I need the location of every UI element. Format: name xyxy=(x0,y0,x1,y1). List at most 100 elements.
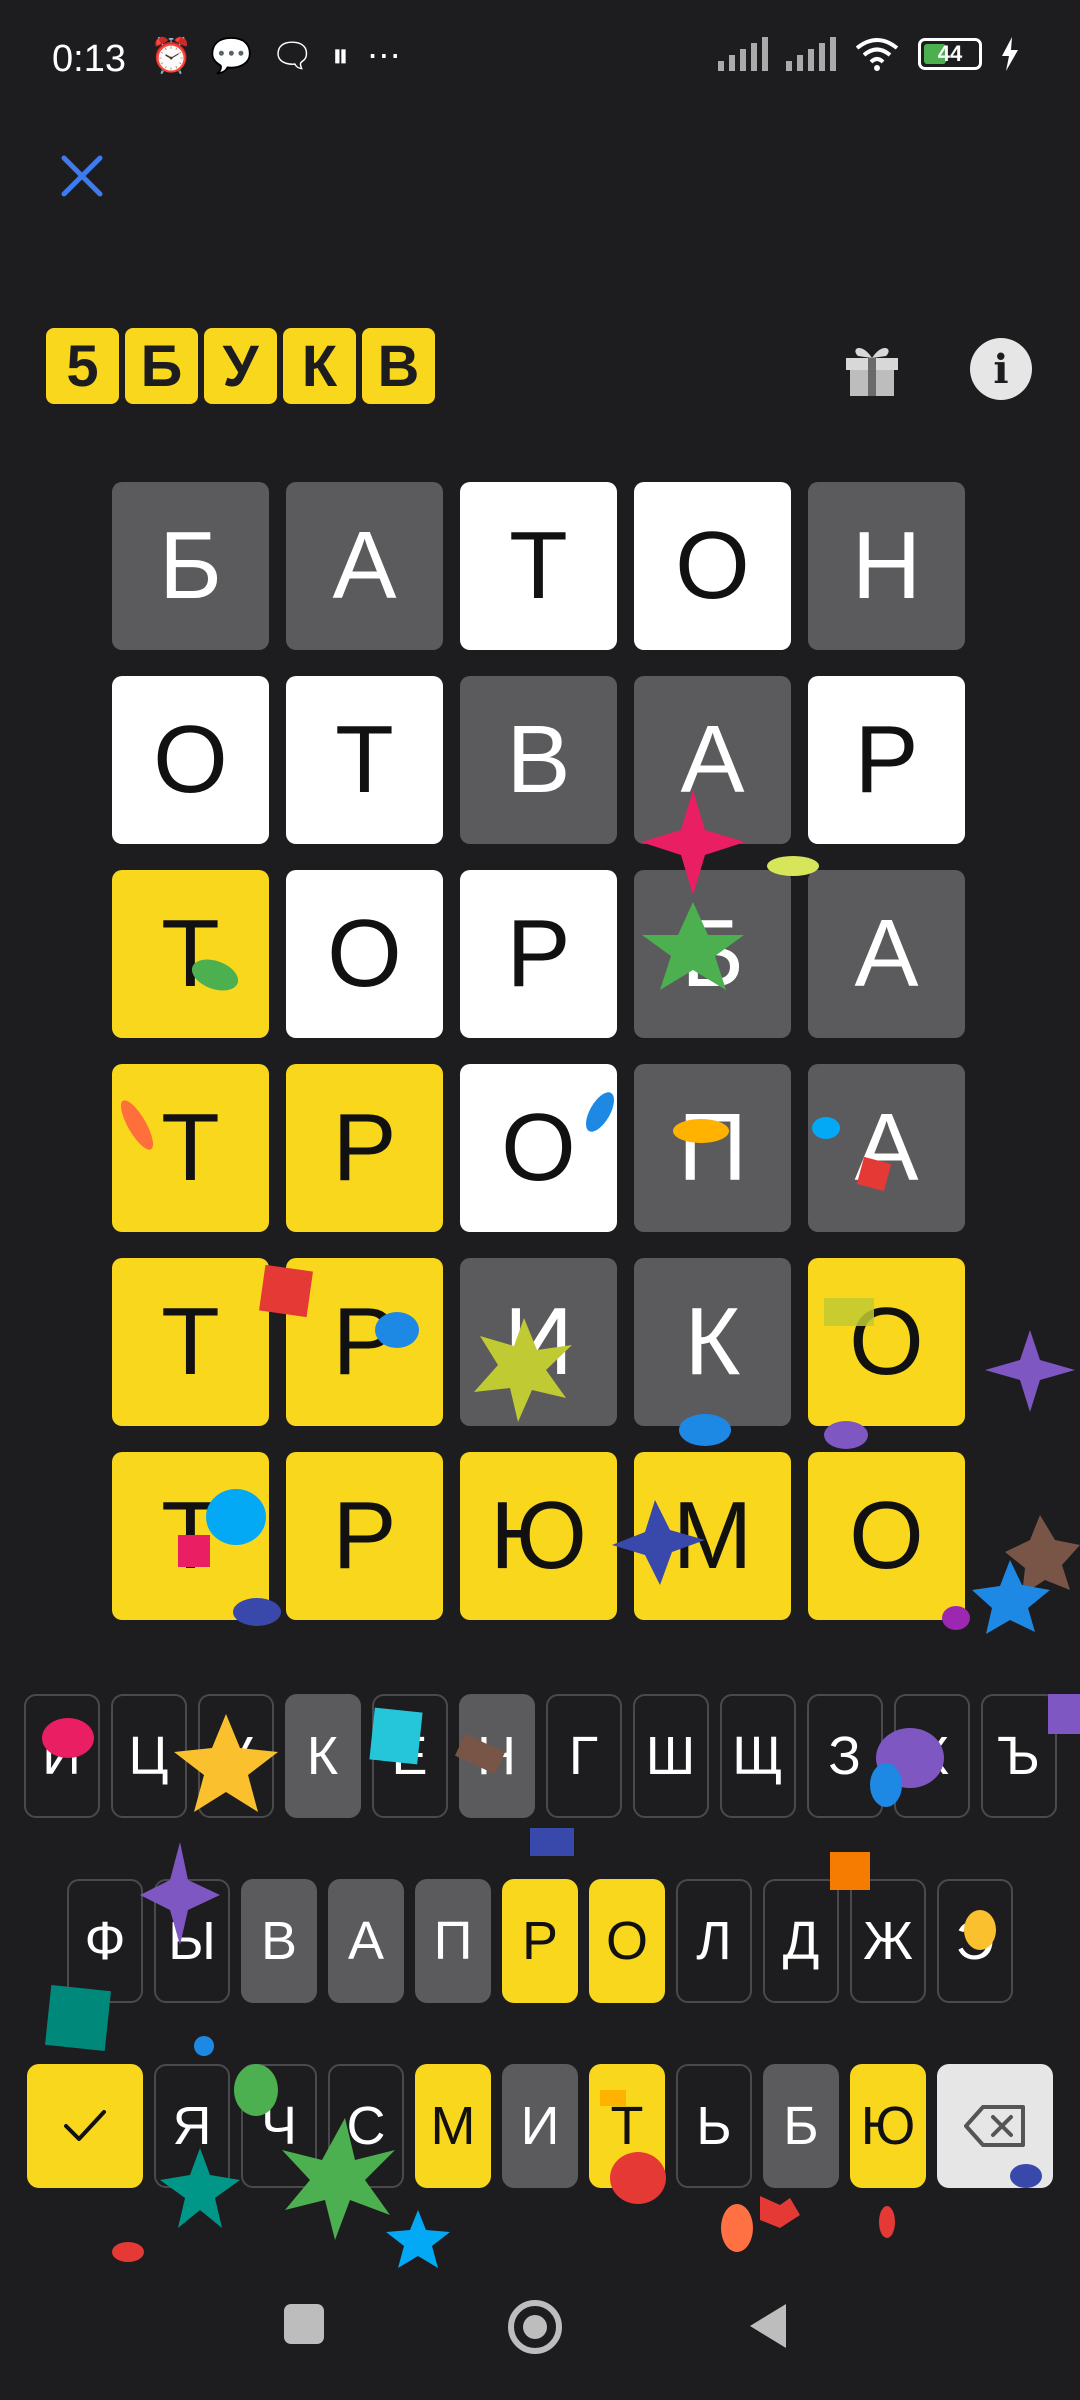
signal-icon xyxy=(718,37,768,71)
board-tile: О xyxy=(112,676,269,844)
board-tile: Т xyxy=(460,482,617,650)
board-tile: Ю xyxy=(460,1452,617,1620)
board-tile: Т xyxy=(112,1452,269,1620)
system-navigation-bar xyxy=(0,2270,1080,2400)
submit-key[interactable] xyxy=(27,2064,143,2188)
board-tile: О xyxy=(634,482,791,650)
board-tile: К xyxy=(634,1258,791,1426)
battery-level: 44 xyxy=(937,41,963,66)
logo-letter: Б xyxy=(125,328,198,404)
alarm-icon: ⏰ xyxy=(150,37,193,75)
board-tile: О xyxy=(808,1258,965,1426)
key[interactable]: А xyxy=(328,1879,404,2003)
keyboard-row-1: ЙЦУКЕНГШЩЗХЪ xyxy=(0,1694,1080,1818)
info-icon: i xyxy=(993,345,1009,393)
nav-circle-icon xyxy=(508,2300,562,2354)
board-tile: Б xyxy=(112,482,269,650)
nav-home-button[interactable] xyxy=(506,2298,564,2361)
board-tile: Р xyxy=(286,1452,443,1620)
key[interactable]: Е xyxy=(371,1694,448,1818)
key[interactable]: О xyxy=(589,1879,665,2003)
chat-bubble-icon: 💬 xyxy=(210,37,253,75)
key[interactable]: Ж xyxy=(850,1879,926,2003)
messages-icon: 🗨 xyxy=(270,37,314,75)
status-time: 0:13 xyxy=(52,38,126,80)
logo-letter: 5 xyxy=(46,328,119,404)
board-tile: Н xyxy=(808,482,965,650)
close-icon xyxy=(61,155,103,197)
key[interactable]: Ш xyxy=(632,1694,709,1818)
pause-icon: ⏸ xyxy=(331,36,349,75)
key[interactable]: С xyxy=(328,2064,404,2188)
key[interactable]: П xyxy=(415,1879,491,2003)
nav-back-button[interactable] xyxy=(746,2302,790,2355)
key[interactable]: В xyxy=(241,1879,317,2003)
board-tile: Т xyxy=(112,870,269,1038)
gift-icon xyxy=(846,347,898,396)
board-tile: О xyxy=(460,1064,617,1232)
key[interactable]: Д xyxy=(763,1879,839,2003)
signal-2-icon xyxy=(786,37,836,71)
key[interactable]: Б xyxy=(763,2064,839,2188)
board-tile: Р xyxy=(808,676,965,844)
key[interactable]: Й xyxy=(23,1694,100,1818)
board-tile: Т xyxy=(112,1258,269,1426)
board-tile: В xyxy=(460,676,617,844)
key[interactable]: У xyxy=(197,1694,274,1818)
backspace-key[interactable] xyxy=(937,2064,1053,2188)
key[interactable]: Щ xyxy=(719,1694,796,1818)
key[interactable]: Я xyxy=(154,2064,230,2188)
board-tile: О xyxy=(808,1452,965,1620)
board-tile: А xyxy=(808,870,965,1038)
board-tile: О xyxy=(286,870,443,1038)
key[interactable]: Ь xyxy=(676,2064,752,2188)
board-tile: Р xyxy=(286,1064,443,1232)
board-tile: А xyxy=(634,676,791,844)
more-dots-icon: ⋯ xyxy=(366,37,401,75)
key[interactable]: Ъ xyxy=(980,1694,1057,1818)
backspace-icon xyxy=(964,2105,1025,2147)
nav-square-icon xyxy=(284,2304,324,2344)
logo-letter: К xyxy=(283,328,356,404)
status-notification-icons: ⏰ 💬 🗨 ⏸ ⋯ xyxy=(140,36,401,76)
key[interactable]: Н xyxy=(458,1694,535,1818)
key[interactable]: Г xyxy=(545,1694,622,1818)
close-button[interactable] xyxy=(52,146,112,206)
key[interactable]: И xyxy=(502,2064,578,2188)
logo-letter: У xyxy=(204,328,277,404)
board-tile: Т xyxy=(112,1064,269,1232)
gift-button[interactable] xyxy=(840,336,904,400)
nav-recents-button[interactable] xyxy=(282,2302,326,2351)
logo-letter: В xyxy=(362,328,435,404)
key[interactable]: Ч xyxy=(241,2064,317,2188)
board-tile: М xyxy=(634,1452,791,1620)
key[interactable]: Ф xyxy=(67,1879,143,2003)
keyboard-row-3: ЯЧСМИТЬБЮ xyxy=(0,2064,1080,2188)
status-system-icons: 44 xyxy=(718,36,1020,72)
game-board: БАТОНОТВАРТОРБАТРОПАТРИКОТРЮМО xyxy=(112,482,965,1620)
key[interactable]: Э xyxy=(937,1879,1013,2003)
key[interactable]: М xyxy=(415,2064,491,2188)
board-tile: П xyxy=(634,1064,791,1232)
key[interactable]: Т xyxy=(589,2064,665,2188)
key[interactable]: Л xyxy=(676,1879,752,2003)
check-icon xyxy=(64,2110,106,2141)
board-tile: А xyxy=(808,1064,965,1232)
logo-5-bukv: 5 Б У К В xyxy=(46,328,435,404)
key[interactable]: Ц xyxy=(110,1694,187,1818)
status-bar: 0:13 ⏰ 💬 🗨 ⏸ ⋯ 44 xyxy=(0,0,1080,120)
wifi-icon xyxy=(855,38,899,71)
battery-icon: 44 xyxy=(918,38,982,70)
board-tile: Р xyxy=(286,1258,443,1426)
key[interactable]: Ы xyxy=(154,1879,230,2003)
board-tile: Т xyxy=(286,676,443,844)
board-tile: И xyxy=(460,1258,617,1426)
key[interactable]: Х xyxy=(893,1694,970,1818)
key[interactable]: З xyxy=(806,1694,883,1818)
info-button[interactable]: i xyxy=(970,338,1032,400)
key[interactable]: Р xyxy=(502,1879,578,2003)
board-tile: Б xyxy=(634,870,791,1038)
key[interactable]: Ю xyxy=(850,2064,926,2188)
board-tile: А xyxy=(286,482,443,650)
key[interactable]: К xyxy=(284,1694,361,1818)
